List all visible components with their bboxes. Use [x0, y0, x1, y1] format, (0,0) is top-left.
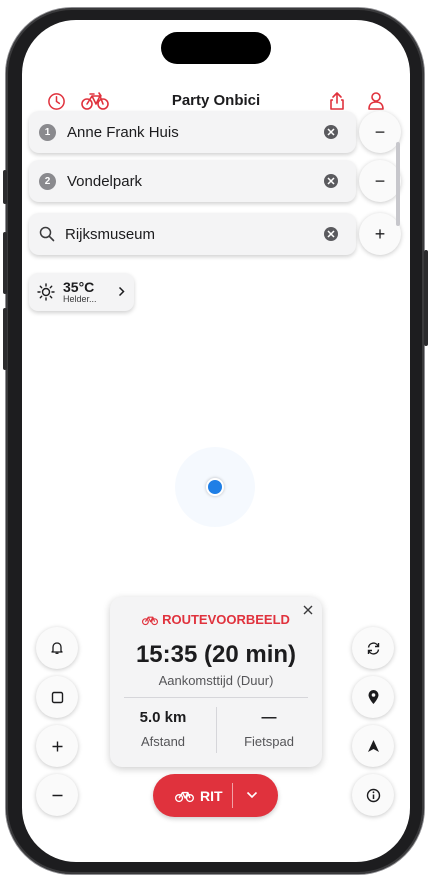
volume-up-button [3, 232, 7, 294]
divider [232, 783, 233, 808]
info-icon[interactable] [352, 774, 394, 816]
bicycle-icon [175, 789, 194, 803]
zoom-in-icon[interactable] [36, 725, 78, 767]
clear-icon[interactable] [324, 174, 338, 188]
profile-icon[interactable] [363, 88, 389, 114]
page-title: Party Onbici [171, 91, 261, 109]
route-preview-heading: ROUTEVOORBEELD [110, 612, 322, 627]
waypoint-number-badge: 2 [39, 172, 56, 190]
search-icon [39, 226, 55, 242]
distance-value: 5.0 km [139, 709, 187, 726]
waypoint-label: Anne Frank Huis [67, 123, 179, 141]
weather-text: 35°C Helder... [63, 280, 97, 304]
chevron-right-icon [118, 286, 125, 297]
sun-icon [37, 283, 55, 301]
waypoint-row-1[interactable]: 1 Anne Frank Huis [29, 111, 356, 153]
bicycle-icon [142, 614, 159, 626]
bike-path-label: Fietspad [244, 734, 294, 749]
app-screen: Party Onbici 1 Anne Frank Huis − 2 Vonde… [22, 20, 410, 862]
route-preview-card: ROUTEVOORBEELD 15:35 (20 min) Aankomstti… [110, 597, 322, 767]
waypoint-number-badge: 1 [39, 123, 56, 141]
arrival-subtitle: Aankomsttijd (Duur) [158, 673, 274, 688]
waypoint-label: Vondelpark [67, 172, 143, 190]
distance-label: Afstand [140, 734, 186, 749]
ride-button[interactable]: RIT [153, 774, 278, 817]
dynamic-island [161, 32, 271, 64]
volume-down-button [3, 308, 7, 370]
bell-icon[interactable] [36, 627, 78, 669]
ride-button-label: RIT [200, 787, 223, 804]
chevron-down-icon[interactable] [246, 787, 258, 808]
divider [124, 697, 308, 698]
waypoint-row-2[interactable]: 2 Vondelpark [29, 160, 356, 202]
weather-widget[interactable]: 35°C Helder... [29, 273, 134, 311]
location-pin-icon[interactable] [352, 676, 394, 718]
zoom-out-icon[interactable] [36, 774, 78, 816]
remove-waypoint-1-button[interactable]: − [359, 111, 401, 153]
destination-row[interactable]: Rijksmuseum [29, 213, 356, 255]
arrival-time: 15:35 (20 min) [135, 641, 297, 668]
clear-icon[interactable] [324, 125, 338, 139]
weather-temperature: 35°C [63, 279, 95, 295]
user-location-dot [206, 478, 224, 496]
bike-path-value: — [261, 709, 277, 726]
scrollbar[interactable] [396, 142, 400, 226]
destination-label: Rijksmuseum [65, 225, 156, 243]
remove-waypoint-2-button[interactable]: − [359, 160, 401, 202]
add-waypoint-button[interactable]: + [359, 213, 401, 255]
power-button [424, 250, 428, 346]
navigate-arrow-icon[interactable] [352, 725, 394, 767]
clear-icon[interactable] [324, 227, 338, 241]
action-button [3, 170, 7, 204]
stop-icon[interactable] [36, 676, 78, 718]
route-preview-title: ROUTEVOORBEELD [162, 612, 290, 627]
weather-description: Helder... [63, 294, 97, 304]
refresh-icon[interactable] [352, 627, 394, 669]
